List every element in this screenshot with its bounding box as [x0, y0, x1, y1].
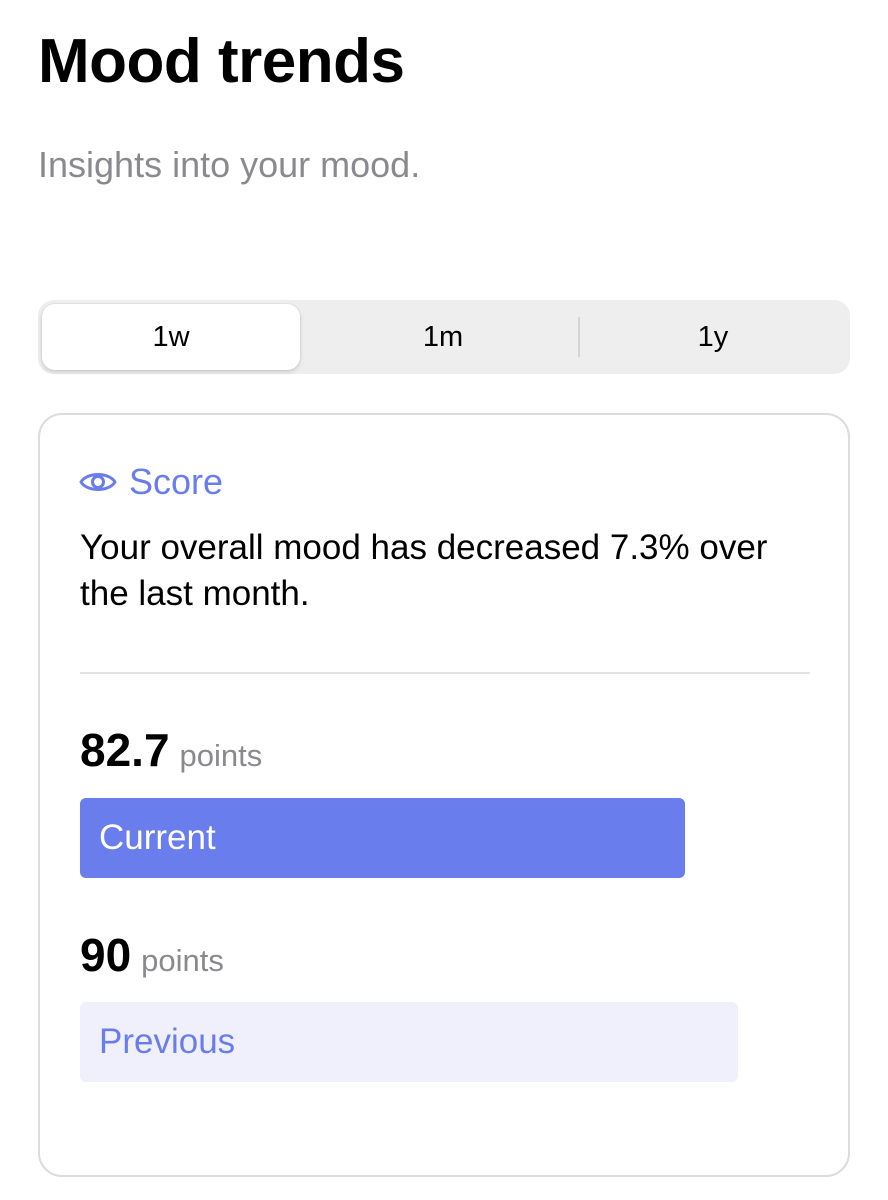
- previous-score-bar: Previous: [80, 1002, 738, 1082]
- current-score: 82.7 points: [80, 723, 262, 777]
- card-divider: [80, 672, 810, 674]
- range-option-1m[interactable]: 1m: [308, 304, 578, 370]
- previous-score: 90 points: [80, 928, 224, 982]
- score-card-title: Score: [129, 461, 224, 502]
- page-subtitle: Insights into your mood.: [38, 144, 421, 185]
- score-card: Score Your overall mood has decreased 7.…: [38, 413, 850, 1177]
- current-bar-label: Current: [99, 818, 216, 857]
- previous-score-unit: points: [141, 943, 224, 978]
- current-score-value: 82.7: [80, 724, 170, 776]
- score-summary: Your overall mood has decreased 7.3% ove…: [80, 528, 768, 613]
- previous-bar-label: Previous: [99, 1022, 236, 1061]
- current-score-bar: Current: [80, 798, 685, 878]
- score-card-header: Score: [79, 461, 223, 503]
- range-segmented-control: 1w 1m 1y: [38, 300, 850, 374]
- range-option-1y[interactable]: 1y: [578, 304, 848, 370]
- page-title: Mood trends: [38, 27, 405, 96]
- range-option-1w[interactable]: 1w: [42, 304, 300, 370]
- previous-score-value: 90: [80, 929, 132, 981]
- eye-icon: [79, 468, 117, 496]
- current-score-unit: points: [179, 738, 263, 773]
